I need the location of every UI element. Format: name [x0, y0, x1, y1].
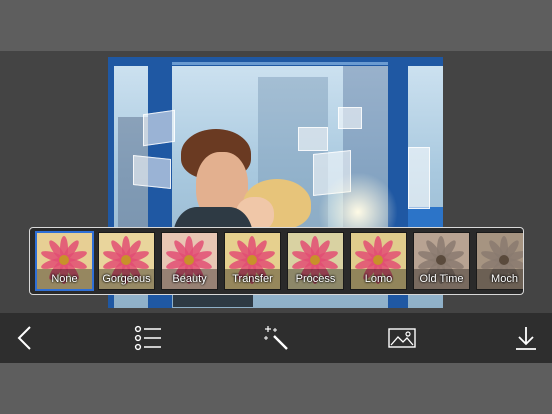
magic-wand-icon — [264, 326, 288, 350]
bottom-toolbar — [0, 313, 552, 363]
filter-list-button[interactable] — [131, 321, 165, 355]
filter-transfer[interactable]: Transfer — [224, 232, 281, 290]
download-icon — [516, 327, 536, 350]
filter-none[interactable]: None — [35, 231, 94, 291]
filter-label: Transfer — [232, 273, 273, 285]
filter-beauty[interactable]: Beauty — [161, 232, 218, 290]
back-icon — [17, 326, 31, 350]
top-bar — [0, 0, 552, 51]
filter-process[interactable]: Process — [287, 232, 344, 290]
filter-label: Lomo — [364, 273, 393, 285]
filter-lomo[interactable]: Lomo — [350, 232, 407, 290]
filter-label: Process — [295, 273, 336, 285]
editor-stage: None Gorgeous Beauty Transfer Process Lomo Old… — [0, 51, 552, 313]
back-button[interactable] — [8, 321, 42, 355]
save-button[interactable] — [509, 321, 543, 355]
gallery-button[interactable] — [385, 321, 419, 355]
filter-label: Gorgeous — [102, 273, 151, 285]
list-icon — [134, 325, 161, 351]
filter-gorgeous[interactable]: Gorgeous — [98, 232, 155, 290]
filter-label: None — [51, 273, 78, 285]
filter-label: Beauty — [172, 273, 207, 285]
filter-label: Old Time — [419, 273, 464, 285]
image-icon — [388, 328, 416, 348]
filter-strip[interactable]: None Gorgeous Beauty Transfer Process Lomo Old… — [29, 227, 524, 295]
filter-old-time[interactable]: Old Time — [413, 232, 470, 290]
enhance-button[interactable] — [259, 321, 293, 355]
filter-moch[interactable]: Moch — [476, 232, 523, 290]
bottom-bar — [0, 363, 552, 414]
filter-label: Moch — [491, 273, 518, 285]
